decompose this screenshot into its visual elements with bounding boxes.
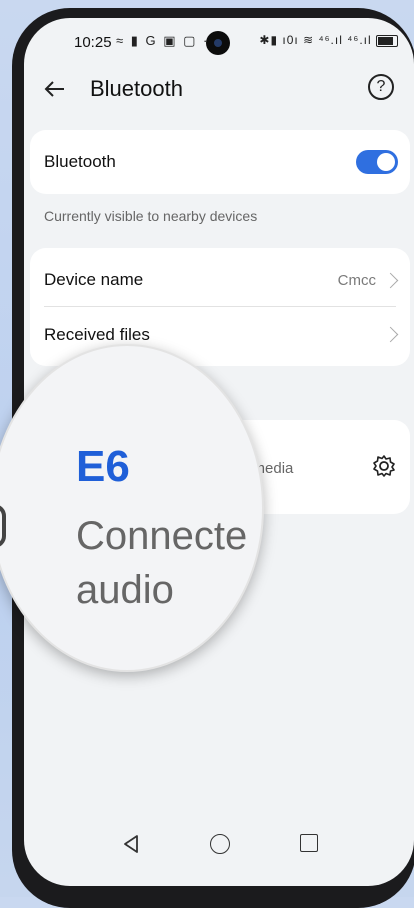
bluetooth-switch[interactable] [356, 150, 398, 174]
app-header: Bluetooth ? [24, 70, 414, 110]
visibility-caption: Currently visible to nearby devices [44, 208, 258, 224]
nav-recent-icon[interactable] [300, 834, 318, 852]
system-status-icons: ✱▮ ı0ı ≋ ⁴⁶.ıl ⁴⁶.ıl [259, 33, 398, 47]
device-name-magnified: E6 [76, 442, 130, 491]
front-camera [206, 31, 230, 55]
device-status-magnified: Connecte [76, 514, 248, 558]
bluetooth-label: Bluetooth [44, 152, 116, 171]
notification-icons: ≈ ▮ G ▣ ▢ ·· [116, 33, 216, 48]
navigation-bar [24, 816, 414, 886]
magnified-device-view: E6 Connecte audio [0, 344, 264, 672]
gear-icon[interactable] [372, 454, 396, 478]
received-files-label: Received files [44, 325, 150, 344]
nav-home-icon[interactable] [210, 834, 230, 854]
device-name-value: Cmcc [337, 272, 376, 289]
chevron-right-icon [382, 272, 399, 289]
status-bar: 10:25 ≈ ▮ G ▣ ▢ ·· ✱▮ ı0ı ≋ ⁴⁶.ıl ⁴⁶.ıl [24, 18, 414, 62]
page-title: Bluetooth [90, 76, 183, 101]
back-arrow-icon[interactable] [40, 74, 70, 104]
bluetooth-toggle-card: Bluetooth [30, 130, 410, 194]
device-name-label: Device name [44, 270, 144, 289]
device-name-row[interactable]: Device name Cmcc [30, 248, 410, 306]
help-icon[interactable]: ? [368, 74, 394, 100]
battery-icon [376, 34, 398, 47]
headphones-icon [0, 505, 6, 547]
chevron-right-icon [382, 326, 399, 343]
device-status-magnified-line2: audio [76, 568, 174, 612]
status-time: 10:25 [74, 34, 112, 51]
signal-icons: ✱▮ ı0ı ≋ ⁴⁶.ıl ⁴⁶.ıl [259, 33, 372, 47]
switch-knob [377, 153, 395, 171]
nav-back-icon[interactable] [122, 834, 140, 854]
magnifier: E6 Connecte audio [0, 344, 280, 682]
